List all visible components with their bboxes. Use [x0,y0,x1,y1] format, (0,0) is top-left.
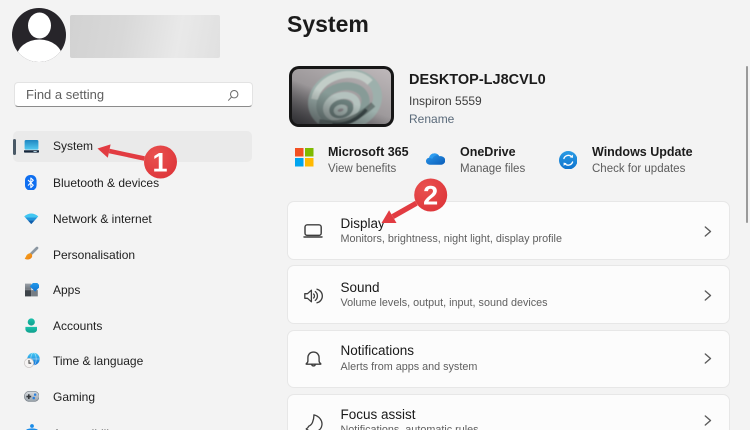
svg-text:2: 2 [423,181,438,211]
svg-text:1: 1 [152,148,167,178]
